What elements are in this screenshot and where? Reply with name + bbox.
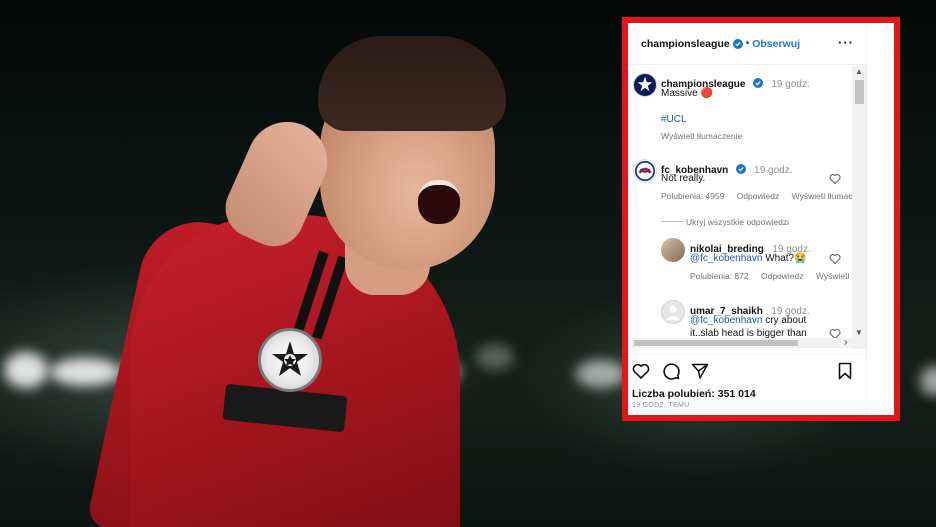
more-options-icon[interactable]: ···	[838, 35, 854, 50]
translate-link[interactable]: Wyświetl t	[816, 271, 854, 281]
like-heart-icon[interactable]	[829, 253, 841, 265]
verified-badge-icon	[752, 78, 763, 88]
like-heart-icon[interactable]	[829, 173, 841, 185]
comment-text: @fc_kobenhavn What?😭	[690, 253, 807, 264]
avatar[interactable]	[661, 238, 685, 262]
like-heart-icon[interactable]	[632, 362, 650, 380]
post-header: championsleague • Obserwuj ···	[628, 23, 866, 65]
post-timestamp: 19 GODZ. TEMU	[632, 402, 690, 409]
bookmark-icon[interactable]	[836, 362, 854, 380]
scrollbar-thumb[interactable]	[634, 340, 798, 346]
verified-badge-icon	[732, 38, 743, 49]
scroll-right-icon[interactable]: ›	[844, 337, 847, 348]
avatar[interactable]	[633, 73, 657, 97]
hide-replies-toggle[interactable]: Ukryj wszystkie odpowiedzi	[686, 217, 789, 227]
post-actions: Liczba polubień: 351 014 19 GODZ. TEMU	[628, 353, 866, 415]
comment-likes[interactable]: Polubienia: 4959	[661, 191, 724, 201]
champions-league-badge-icon	[258, 328, 322, 392]
caption-time: 19 godz.	[771, 79, 810, 90]
comment-icon[interactable]	[662, 362, 680, 380]
comment-body: What?😭	[765, 253, 807, 264]
scroll-up-icon[interactable]: ▲	[855, 67, 863, 76]
comment-time: 19 godz.	[754, 165, 793, 176]
player-hair	[318, 36, 506, 131]
translate-link[interactable]: Wyświetl tłumaczenie	[661, 131, 742, 141]
comment-mention[interactable]: @fc_kobenhavn	[690, 253, 762, 264]
comment-meta: Polubienia: 872 Odpowiedz Wyświetl t	[690, 271, 854, 281]
fc-kobenhavn-logo-icon	[634, 160, 656, 182]
comment-text: @fc_kobenhavn cry about	[690, 315, 806, 326]
stadium-light	[920, 366, 936, 396]
translate-link[interactable]: Wyświetl tłumac	[792, 191, 853, 201]
post-author[interactable]: championsleague	[641, 38, 730, 50]
caption-hashtag[interactable]: #UCL	[661, 114, 687, 125]
comment-likes[interactable]: Polubienia: 872	[690, 271, 749, 281]
scroll-down-icon[interactable]: ▼	[855, 328, 863, 337]
follow-button[interactable]: Obserwuj	[752, 38, 800, 50]
replies-line	[661, 221, 683, 222]
caption-text: Massive 🔴	[661, 88, 713, 99]
avatar[interactable]	[633, 159, 657, 183]
verified-badge-icon	[735, 164, 746, 174]
share-icon[interactable]	[691, 362, 709, 380]
stadium-light	[4, 352, 48, 388]
ucl-logo-icon	[637, 76, 653, 92]
comment-meta: Polubienia: 4959 Odpowiedz Wyświetl tłum…	[661, 191, 854, 201]
comment-mention[interactable]: @fc_kobenhavn	[690, 315, 762, 326]
instagram-post-panel: championsleague • Obserwuj ··· champions…	[628, 23, 894, 415]
comment-text: Not really.	[661, 173, 706, 184]
likes-count[interactable]: Liczba polubień: 351 014	[632, 388, 756, 400]
reply-button[interactable]: Odpowiedz	[737, 191, 780, 201]
scrollbar-thumb[interactable]	[855, 80, 864, 104]
stadium-light	[476, 344, 514, 370]
avatar[interactable]	[661, 300, 685, 324]
player-mouth	[418, 180, 460, 224]
vertical-scrollbar[interactable]: ▲ ▼	[852, 66, 866, 349]
reply-button[interactable]: Odpowiedz	[761, 271, 804, 281]
stadium-light	[576, 360, 626, 388]
comments-list: championsleague 19 godz. Massive 🔴 #UCL …	[628, 66, 854, 349]
horizontal-scrollbar[interactable]	[632, 338, 852, 348]
separator-dot: •	[745, 38, 750, 49]
panel-gutter	[866, 23, 894, 415]
default-user-icon	[665, 305, 681, 321]
comment-body: cry about	[765, 315, 807, 326]
stadium-light	[50, 358, 120, 386]
